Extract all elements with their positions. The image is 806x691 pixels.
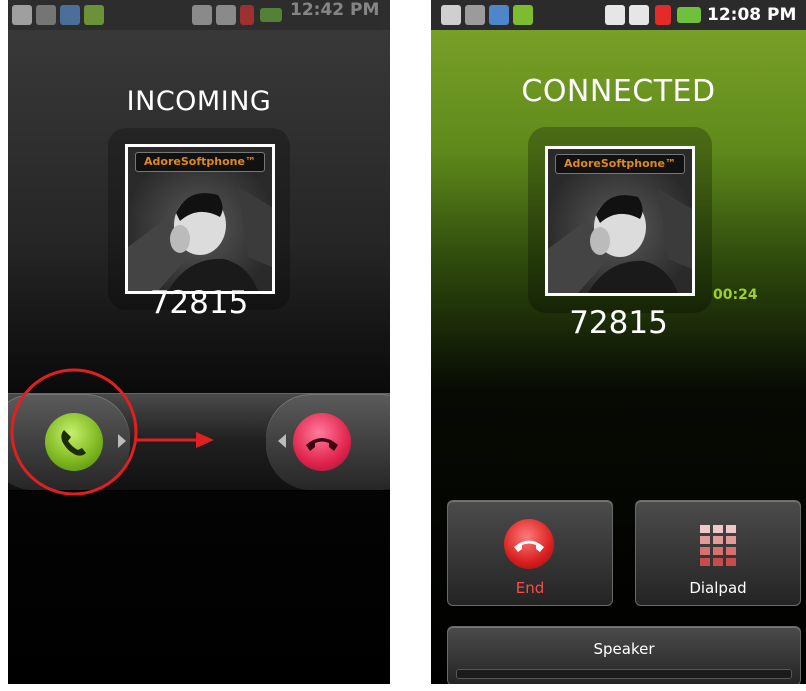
speaker-label: Speaker xyxy=(593,640,655,658)
phone-hangup-icon xyxy=(306,438,338,451)
end-call-button[interactable]: End xyxy=(447,500,613,606)
chevron-left-icon xyxy=(278,434,286,448)
call-state-title: CONNECTED xyxy=(521,74,716,109)
status-bar: 12:42 PM xyxy=(8,0,390,30)
battery-icon xyxy=(260,8,282,22)
end-label: End xyxy=(515,579,545,597)
app-icon xyxy=(60,5,80,25)
brand-badge: AdoreSoftphone™ xyxy=(135,152,265,172)
speaker-indicator xyxy=(456,669,792,679)
battery-icon xyxy=(677,7,701,23)
usb-icon xyxy=(441,5,461,25)
sim-icon xyxy=(605,5,625,25)
sd-icon xyxy=(216,5,236,25)
caller-number: 72815 xyxy=(149,285,249,321)
highlight-circle xyxy=(10,368,138,495)
status-time: 12:42 PM xyxy=(290,0,380,20)
call-state-title: INCOMING xyxy=(126,86,272,117)
sd-icon xyxy=(629,5,649,25)
drag-annotation xyxy=(10,368,214,495)
call-icon xyxy=(513,5,533,25)
settings-icon xyxy=(465,5,485,25)
phone-hangup-icon xyxy=(514,540,544,552)
cross-icon xyxy=(655,5,671,25)
caller-photo: AdoreSoftphone™ xyxy=(125,144,275,294)
dialpad-button[interactable]: Dialpad xyxy=(635,500,801,606)
caller-photo: AdoreSoftphone™ xyxy=(545,146,695,296)
cross-icon xyxy=(240,5,254,25)
brand-badge: AdoreSoftphone™ xyxy=(555,154,685,174)
settings-icon xyxy=(36,5,56,25)
status-time: 12:08 PM xyxy=(707,5,797,25)
app-icon xyxy=(489,5,509,25)
incoming-call-screen: 12:42 PM INCOMING AdoreSoftphone™ 72815 xyxy=(8,0,390,684)
sim-icon xyxy=(192,5,212,25)
reject-button[interactable] xyxy=(293,413,351,471)
dialpad-label: Dialpad xyxy=(689,579,747,597)
status-bar: 12:08 PM xyxy=(431,0,806,30)
call-timer: 00:24 xyxy=(713,287,758,303)
dialpad-grid-icon xyxy=(700,525,736,566)
end-call-circle xyxy=(504,519,554,569)
usb-icon xyxy=(12,5,32,25)
call-icon xyxy=(84,5,104,25)
connected-call-screen: 12:08 PM CONNECTED AdoreSoftphone™ 00:24… xyxy=(431,0,806,684)
speaker-button[interactable]: Speaker xyxy=(447,626,801,684)
caller-number: 72815 xyxy=(569,305,668,341)
